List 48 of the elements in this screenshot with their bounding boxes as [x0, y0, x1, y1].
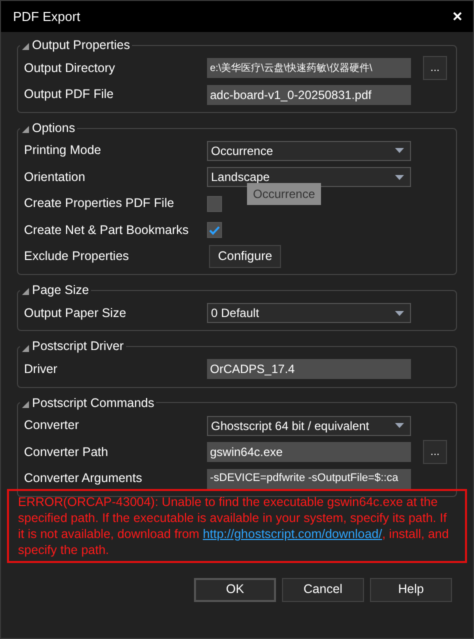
browse-button[interactable]: ... [423, 440, 447, 464]
checkbox[interactable] [207, 196, 222, 212]
field-label: Orientation [24, 168, 86, 186]
field-label: Exclude Properties [24, 248, 130, 266]
dropdown-arrow-icon [395, 174, 404, 180]
field-label: Converter [24, 417, 80, 434]
field-label: Create Properties PDF File [24, 195, 176, 212]
dropdown[interactable]: Ghostscript 64 bit / equivalent [207, 416, 411, 436]
collapse-triangle-icon[interactable] [22, 288, 29, 296]
window-title: PDF Export [13, 8, 80, 26]
field-label: Output Paper Size [24, 304, 128, 322]
dropdown[interactable]: 0 Default [207, 303, 411, 323]
dropdown-arrow-icon [395, 423, 404, 428]
dropdown[interactable]: Landscape [207, 167, 411, 188]
cancel-button[interactable]: Cancel [282, 578, 364, 602]
field-label: Create Net & Part Bookmarks [24, 222, 190, 239]
download-link[interactable]: http://ghostscript.com/download/ [202, 526, 382, 541]
group-title: Postscript Driver [32, 338, 124, 356]
error-message: ERROR(ORCAP-43004): Unable to find the executable gswin64c.exe at the specified path. If the executable is available in your system, specify its path. If it is not available, download from http://ghostscript.com/download/, install, and specify the path. [18, 494, 450, 558]
dropdown-arrow-icon [395, 148, 404, 154]
group-title: Output Properties [32, 37, 130, 54]
ok-button[interactable]: OK [194, 578, 276, 602]
dropdown[interactable]: Occurrence [207, 140, 411, 161]
text-field[interactable]: adc-board-v1_0-20250831.pdf [207, 84, 411, 104]
text-field[interactable]: e:\美华医疗\云盘\快速药敏\仪器硬件\ [207, 58, 411, 78]
field-label: Driver [24, 360, 58, 378]
group-title: Postscript Commands [32, 394, 154, 412]
dropdown-arrow-icon [395, 310, 404, 316]
collapse-triangle-icon[interactable] [22, 400, 29, 408]
configure-button[interactable]: Configure [209, 245, 282, 268]
field-label: Printing Mode [24, 142, 102, 160]
text-field[interactable]: -sDEVICE=pdfwrite -sOutputFile=$::ca [207, 468, 411, 488]
checkbox[interactable] [207, 222, 222, 238]
browse-button[interactable]: ... [423, 56, 447, 80]
field-label: Output PDF File [24, 86, 115, 104]
field-label: Output Directory [24, 60, 116, 77]
collapse-triangle-icon[interactable] [22, 43, 29, 50]
collapse-triangle-icon[interactable] [22, 126, 29, 134]
field-label: Converter Arguments [24, 470, 144, 488]
tooltip: Occurrence [247, 183, 322, 205]
text-field[interactable]: OrCADPS_17.4 [207, 359, 411, 380]
group-title: Options [32, 120, 76, 137]
field-label: Converter Path [24, 444, 110, 461]
collapse-triangle-icon[interactable] [22, 344, 29, 352]
close-button[interactable]: ✕ [452, 10, 463, 23]
help-button[interactable]: Help [370, 578, 452, 602]
group-title: Page Size [32, 282, 89, 299]
text-field[interactable]: gswin64c.exe [207, 442, 411, 462]
